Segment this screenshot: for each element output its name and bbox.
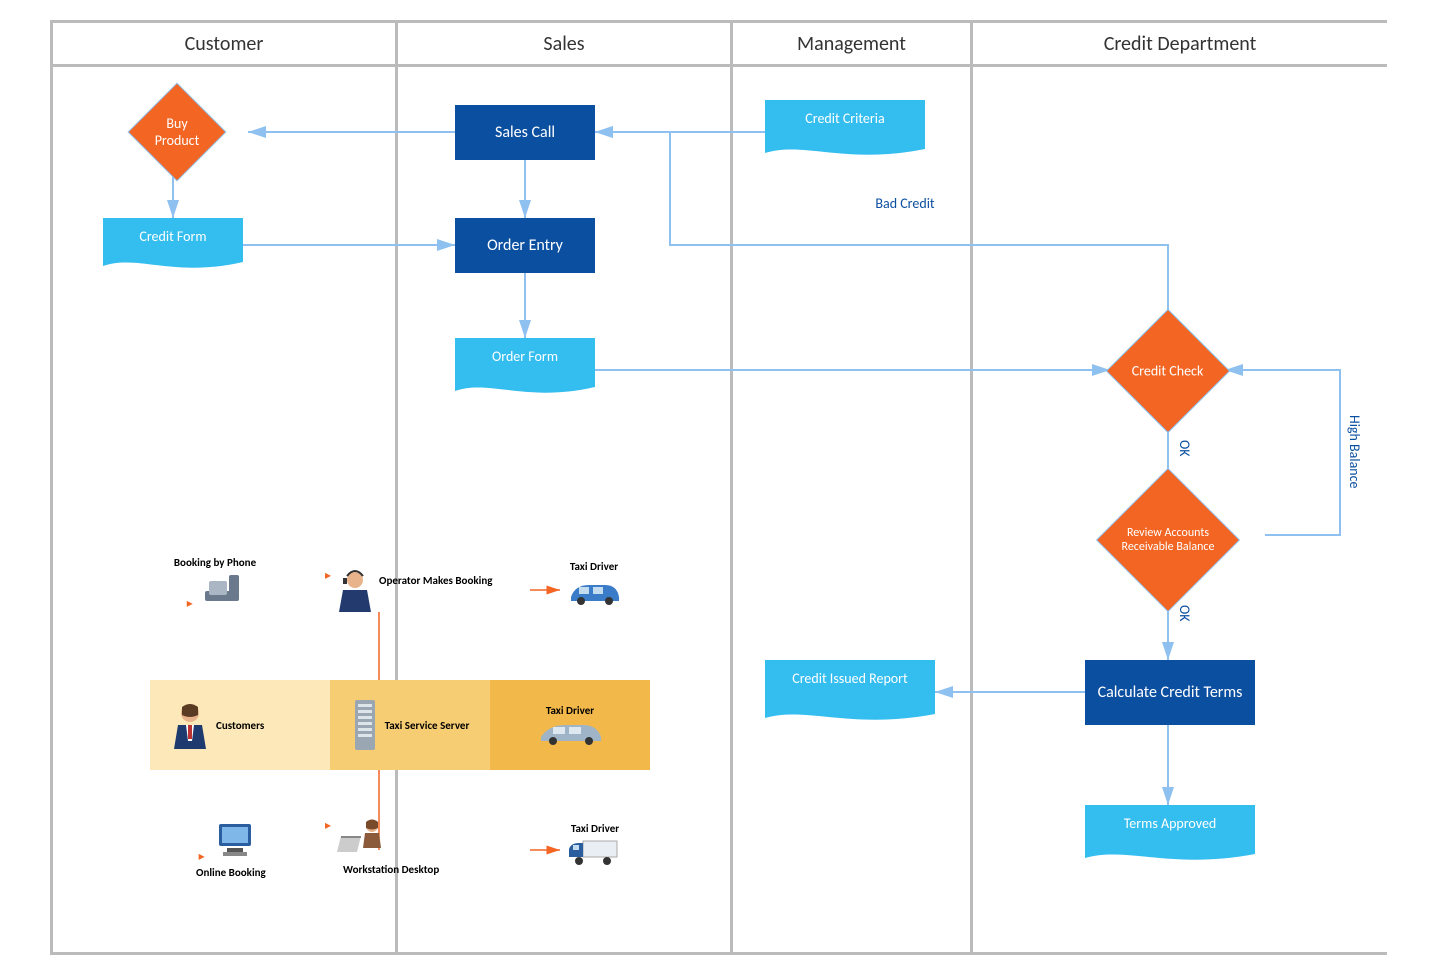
swimlane-diagram: Customer Sales Management Credit Departm… — [50, 20, 1387, 960]
doc-terms-approved: Terms Approved — [1085, 805, 1255, 865]
label-order-entry: Order Entry — [487, 236, 563, 255]
label-taxi-driver-2: Taxi Driver — [546, 704, 594, 717]
phone-icon — [201, 573, 243, 607]
label-calculate-terms: Calculate Credit Terms — [1098, 683, 1243, 702]
label-order-form: Order Form — [492, 348, 558, 365]
lane-header-sales: Sales — [398, 23, 730, 67]
label-customers: Customers — [216, 719, 264, 732]
process-calculate-terms: Calculate Credit Terms — [1085, 660, 1255, 725]
truck-icon — [565, 837, 625, 869]
lane-header-management: Management — [733, 23, 970, 67]
sedan-icon — [535, 719, 605, 747]
label-operator-makes-booking: Operator Makes Booking — [379, 574, 492, 587]
label-booking-by-phone: Booking by Phone — [170, 556, 260, 569]
label-workstation-desktop: Workstation Desktop — [343, 863, 439, 876]
edge-label-ok1: OK — [1176, 440, 1193, 457]
label-review-ar: Review Accounts Receivable Balance — [1118, 526, 1218, 554]
doc-order-form: Order Form — [455, 338, 595, 398]
bullet-icon: ▸ — [325, 818, 331, 833]
label-credit-form: Credit Form — [139, 228, 206, 245]
label-taxi-driver-3: Taxi Driver — [565, 822, 625, 835]
bullet-icon: ▸ — [325, 568, 331, 583]
lane-header-customer: Customer — [53, 23, 395, 67]
label-terms-approved: Terms Approved — [1124, 815, 1217, 832]
label-credit-check: Credit Check — [1132, 363, 1204, 380]
doc-credit-issued-report: Credit Issued Report — [765, 660, 935, 725]
label-taxi-service-server: Taxi Service Server — [385, 719, 470, 732]
label-taxi-driver-1: Taxi Driver — [565, 560, 623, 573]
label-credit-criteria: Credit Criteria — [805, 110, 884, 127]
label-buy-product: Buy Product — [143, 115, 211, 149]
label-online-booking: Online Booking — [196, 866, 266, 879]
taxi-service-subdiagram: Booking by Phone ▸ ▸ Operator Makes Book… — [110, 550, 670, 930]
label-credit-issued-report: Credit Issued Report — [792, 670, 908, 687]
label-sales-call: Sales Call — [495, 123, 555, 142]
taxi-mid-lane: Customers Taxi Service Server Taxi Drive… — [150, 680, 650, 770]
lane-header-credit: Credit Department — [973, 23, 1387, 67]
edge-label-high-balance: High Balance — [1346, 415, 1363, 489]
process-order-entry: Order Entry — [455, 218, 595, 273]
car-icon — [565, 577, 623, 607]
operator-icon — [337, 568, 373, 612]
doc-credit-criteria: Credit Criteria — [765, 100, 925, 160]
monitor-icon — [213, 820, 257, 860]
edge-label-bad-credit: Bad Credit — [870, 195, 940, 212]
person-icon — [170, 701, 210, 749]
doc-credit-form: Credit Form — [103, 218, 243, 273]
server-icon — [351, 698, 379, 752]
process-sales-call: Sales Call — [455, 105, 595, 160]
workstation-icon — [337, 818, 387, 858]
bullet-icon: ▸ — [187, 597, 193, 611]
edge-label-ok2: OK — [1176, 605, 1193, 622]
bullet-icon: ▸ — [199, 850, 205, 864]
